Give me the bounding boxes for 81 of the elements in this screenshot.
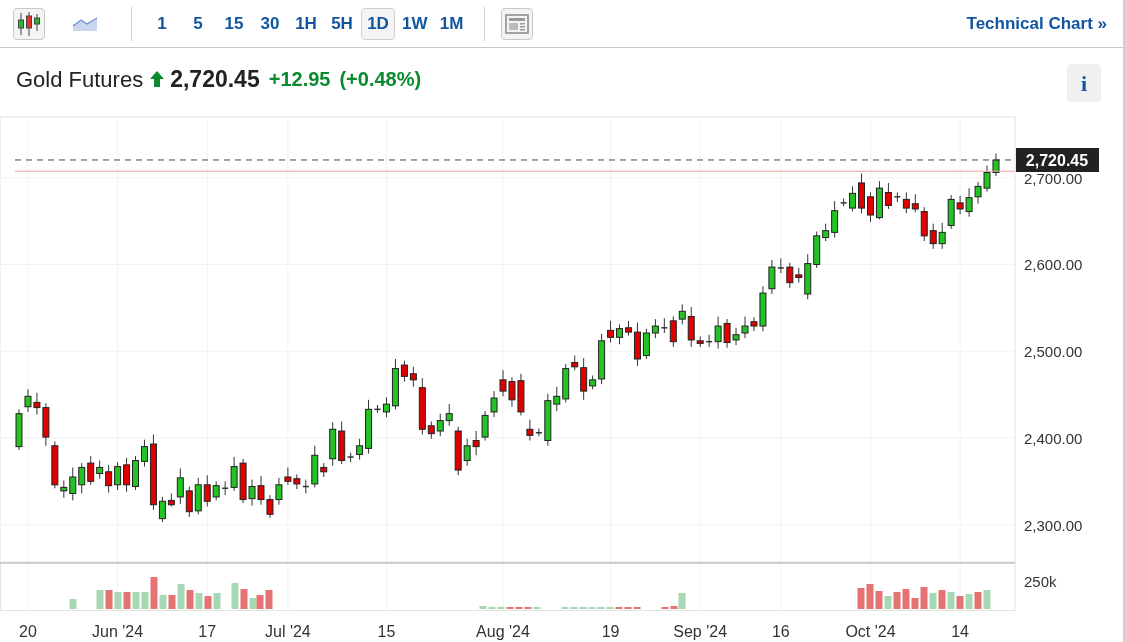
interval-button[interactable]: 1D: [361, 7, 395, 40]
price-change-percent: (+0.48%): [339, 67, 422, 92]
x-axis-label: 15: [377, 623, 396, 640]
interval-button[interactable]: 5: [181, 7, 215, 40]
y-axis-label: 2,400.00: [1024, 429, 1083, 447]
candlestick: [678, 303, 686, 325]
candlestick: [176, 467, 184, 505]
layout-button[interactable]: [500, 7, 533, 40]
info-button[interactable]: i: [1067, 64, 1101, 102]
candlestick: [786, 262, 794, 289]
x-axis-label: Jun '24: [92, 623, 144, 640]
interval-button[interactable]: 1W: [397, 7, 433, 40]
interval-button[interactable]: 30: [253, 7, 287, 40]
candlestick: [409, 366, 417, 388]
instrument-name: Gold Futures: [16, 65, 144, 94]
candlestick-chart-button[interactable]: [13, 7, 45, 40]
volume-axis-label: 250k: [1024, 573, 1057, 590]
candlestick: [400, 360, 408, 383]
last-price: 2,720.45: [170, 64, 260, 94]
candlestick: [78, 462, 86, 494]
candlestick: [651, 318, 659, 339]
candlestick: [356, 438, 364, 461]
x-axis-label: Sep '24: [673, 623, 728, 640]
candlestick: [490, 390, 498, 418]
candlestick: [382, 396, 390, 418]
candlestick-icon: [17, 10, 41, 37]
candlestick: [526, 419, 534, 442]
candlestick: [105, 464, 113, 494]
y-axis-label: 2,300.00: [1024, 516, 1083, 534]
candlestick: [185, 486, 193, 518]
candlestick: [203, 474, 211, 507]
price-change: +12.95: [268, 67, 331, 92]
candlestick: [481, 410, 489, 442]
x-axis-label: 16: [771, 623, 790, 640]
candlestick: [87, 455, 95, 486]
candlestick: [114, 461, 122, 491]
interval-button[interactable]: 5H: [325, 7, 359, 40]
candlestick: [535, 427, 543, 437]
candlestick: [140, 439, 148, 468]
candlestick: [436, 413, 444, 437]
x-axis-label: 20: [19, 623, 37, 640]
candlestick: [849, 185, 857, 213]
interval-button[interactable]: 1M: [434, 7, 469, 40]
candlestick: [69, 466, 77, 501]
candlestick: [553, 386, 561, 412]
layout-icon: [504, 13, 529, 34]
candlestick: [616, 323, 624, 345]
x-axis-label: 17: [198, 623, 217, 640]
interval-button[interactable]: 1: [145, 7, 179, 40]
price-tag: 2,720.45: [1016, 148, 1099, 172]
x-axis-label: Jul '24: [265, 623, 311, 640]
technical-chart-link[interactable]: Technical Chart »: [966, 10, 1107, 37]
candlestick: [445, 403, 453, 427]
x-axis-label: Oct '24: [845, 623, 896, 640]
y-axis-label: 2,500.00: [1024, 343, 1083, 361]
candlestick: [777, 257, 785, 274]
candlestick: [123, 457, 131, 493]
candlestick: [938, 222, 946, 250]
interval-button[interactable]: 1H: [289, 7, 323, 40]
x-axis-label: Aug '24: [476, 623, 530, 640]
candlestick: [831, 200, 839, 239]
candlestick: [158, 496, 166, 523]
candlestick: [96, 460, 104, 480]
candlestick: [669, 316, 677, 348]
x-axis-label: 19: [601, 623, 620, 640]
candlestick: [212, 480, 220, 501]
candlestick: [929, 223, 937, 250]
candlestick: [607, 320, 615, 344]
x-axis-label: 14: [951, 623, 969, 640]
candlestick: [687, 306, 695, 348]
candlestick: [768, 259, 776, 295]
area-chart-icon: [72, 15, 98, 32]
candlestick: [642, 328, 650, 360]
candlestick: [902, 191, 910, 214]
y-axis-label: 2,600.00: [1024, 256, 1083, 274]
candlestick: [911, 193, 919, 213]
candlestick: [884, 182, 892, 210]
y-axis-label: 2,700.00: [1024, 169, 1083, 187]
candlestick: [580, 357, 588, 401]
candlestick: [866, 191, 874, 223]
interval-button[interactable]: 15: [217, 7, 251, 40]
